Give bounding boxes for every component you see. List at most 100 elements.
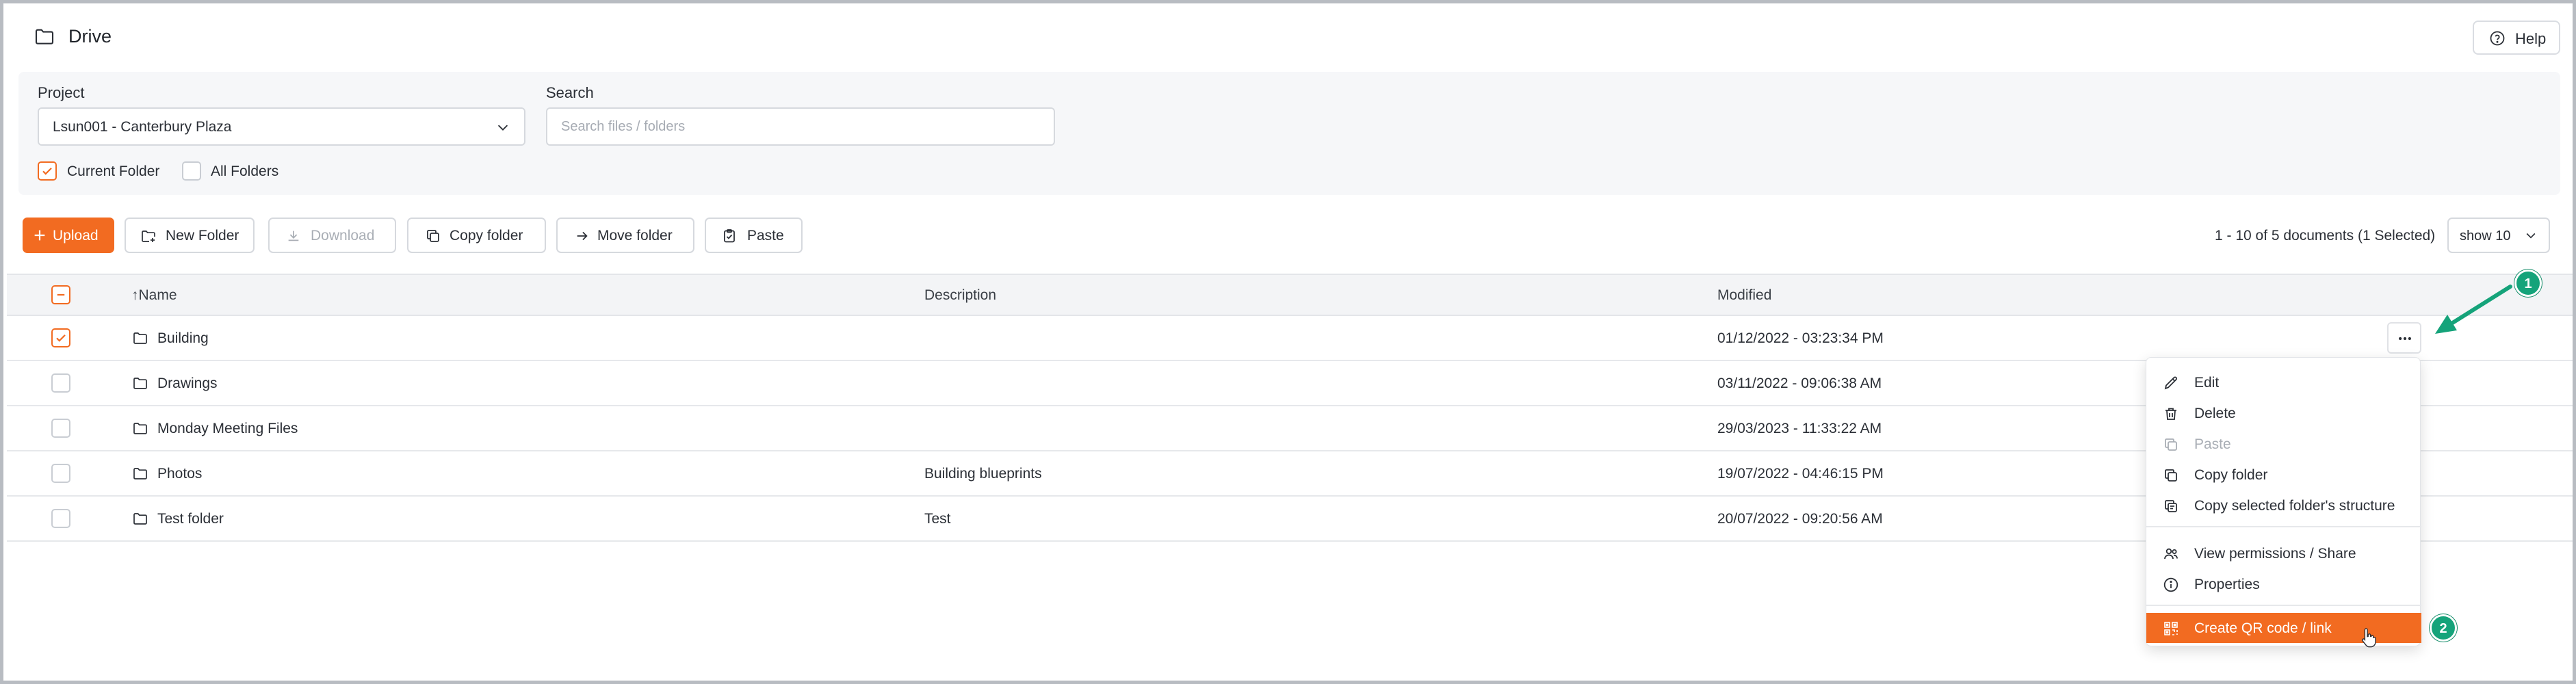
row-checkbox[interactable] (51, 328, 70, 347)
column-header-modified[interactable]: Modified (1717, 287, 1771, 304)
paste-button[interactable]: Paste (705, 218, 803, 253)
row-name[interactable]: Photos (157, 466, 202, 482)
folder-icon (131, 420, 149, 436)
annotation-arrow-icon (2435, 285, 2512, 334)
copy-icon (2163, 467, 2179, 484)
info-icon (2163, 577, 2179, 593)
qr-code-icon (2163, 620, 2179, 637)
move-folder-label: Move folder (597, 228, 673, 244)
more-horizontal-icon (2396, 331, 2414, 346)
row-name[interactable]: Building (157, 330, 209, 347)
menu-divider (2146, 526, 2421, 527)
menu-item-label: Paste (2194, 436, 2231, 452)
menu-item-label: Create QR code / link (2194, 620, 2332, 636)
menu-item-create-qr-code[interactable]: Create QR code / link (2146, 613, 2421, 648)
row-checkbox[interactable] (51, 509, 70, 528)
folder-icon (131, 375, 149, 391)
annotation-badge-1-label: 1 (2524, 276, 2532, 291)
help-label: Help (2515, 30, 2547, 47)
move-folder-button[interactable]: Move folder (556, 218, 694, 253)
menu-item-copy-structure[interactable]: Copy selected folder's structure (2146, 490, 2421, 521)
column-header-name[interactable]: ↑Name (131, 287, 177, 304)
row-description: Building blueprints (924, 466, 1042, 482)
chevron-down-icon (495, 120, 510, 135)
download-icon (286, 228, 301, 244)
annotation-badge-2: 2 (2430, 614, 2457, 642)
download-label: Download (311, 228, 375, 244)
row-modified: 03/11/2022 - 09:06:38 AM (1717, 376, 1882, 391)
menu-item-label: Delete (2194, 406, 2236, 421)
menu-item-label: View permissions / Share (2194, 546, 2356, 562)
chevron-down-icon (2524, 228, 2538, 242)
menu-item-label: Edit (2194, 375, 2220, 391)
table-row[interactable]: Building 01/12/2022 - 03:23:34 PM (7, 316, 2573, 361)
row-description: Test (924, 511, 951, 527)
menu-item-label: Copy selected folder's structure (2194, 498, 2395, 514)
current-folder-label: Current Folder (67, 163, 160, 179)
column-header-description[interactable]: Description (924, 287, 996, 304)
search-label: Search (546, 84, 594, 101)
users-icon (2163, 546, 2179, 562)
drive-window: Drive Help Project Lsun001 - Canterbury … (0, 0, 2576, 684)
download-button[interactable]: Download (268, 218, 396, 253)
menu-item-delete[interactable]: Delete (2146, 398, 2421, 428)
copy-folder-label: Copy folder (450, 228, 523, 244)
pencil-icon (2163, 375, 2179, 391)
menu-item-properties[interactable]: Properties (2146, 569, 2421, 599)
paste-label: Paste (747, 228, 784, 244)
current-folder-checkbox[interactable] (38, 161, 57, 181)
folder-icon (32, 25, 57, 47)
context-menu: Edit Delete Paste Copy folder Copy selec… (2146, 357, 2421, 648)
project-select-value: Lsun001 - Canterbury Plaza (53, 119, 232, 135)
menu-item-edit[interactable]: Edit (2146, 367, 2421, 397)
select-all-checkbox[interactable] (51, 285, 70, 304)
menu-divider (2146, 605, 2421, 606)
project-select[interactable]: Lsun001 - Canterbury Plaza (38, 107, 525, 146)
row-checkbox[interactable] (51, 464, 70, 483)
clipboard-check-icon (721, 228, 738, 244)
menu-item-label: Properties (2194, 577, 2260, 592)
folder-icon (131, 330, 149, 346)
copy-structure-icon (2163, 498, 2179, 514)
row-modified: 01/12/2022 - 03:23:34 PM (1717, 330, 1884, 346)
trash-icon (2163, 406, 2179, 422)
plus-icon (32, 228, 47, 243)
folder-icon (131, 510, 149, 527)
menu-item-copy-folder[interactable]: Copy folder (2146, 460, 2421, 490)
table-header: ↑Name Description Modified (7, 274, 2573, 316)
row-name[interactable]: Test folder (157, 511, 224, 527)
row-actions-button[interactable] (2387, 322, 2421, 354)
row-name[interactable]: Monday Meeting Files (157, 421, 298, 437)
new-folder-button[interactable]: New Folder (125, 218, 255, 253)
row-checkbox[interactable] (51, 419, 70, 438)
all-folders-checkbox[interactable] (182, 161, 201, 181)
arrow-right-icon (574, 228, 590, 244)
annotation-badge-2-label: 2 (2439, 621, 2447, 636)
new-folder-label: New Folder (166, 228, 239, 244)
row-modified: 20/07/2022 - 09:20:56 AM (1717, 511, 1883, 527)
hand-pointer-icon (2360, 628, 2376, 648)
row-checkbox[interactable] (51, 373, 70, 393)
help-circle-icon (2489, 30, 2506, 47)
menu-item-paste[interactable]: Paste (2146, 429, 2421, 459)
row-modified: 19/07/2022 - 04:46:15 PM (1717, 466, 1884, 482)
search-input[interactable] (546, 107, 1055, 146)
page-size-select[interactable]: show 10 (2447, 218, 2550, 253)
annotation-badge-1: 1 (2514, 269, 2542, 297)
help-button[interactable]: Help (2473, 21, 2560, 55)
copy-icon (425, 228, 441, 244)
all-folders-label: All Folders (211, 163, 279, 179)
row-name[interactable]: Drawings (157, 376, 218, 392)
project-label: Project (38, 84, 85, 101)
page-size-value: show 10 (2460, 228, 2511, 244)
menu-item-view-permissions[interactable]: View permissions / Share (2146, 538, 2421, 568)
copy-folder-button[interactable]: Copy folder (407, 218, 546, 253)
upload-label: Upload (53, 228, 99, 244)
upload-button[interactable]: Upload (23, 218, 114, 253)
folder-plus-icon (140, 228, 157, 244)
page-title: Drive (68, 26, 112, 47)
menu-item-label: Copy folder (2194, 467, 2268, 483)
folder-icon (131, 465, 149, 482)
paste-icon (2163, 436, 2179, 453)
row-modified: 29/03/2023 - 11:33:22 AM (1717, 421, 1882, 436)
